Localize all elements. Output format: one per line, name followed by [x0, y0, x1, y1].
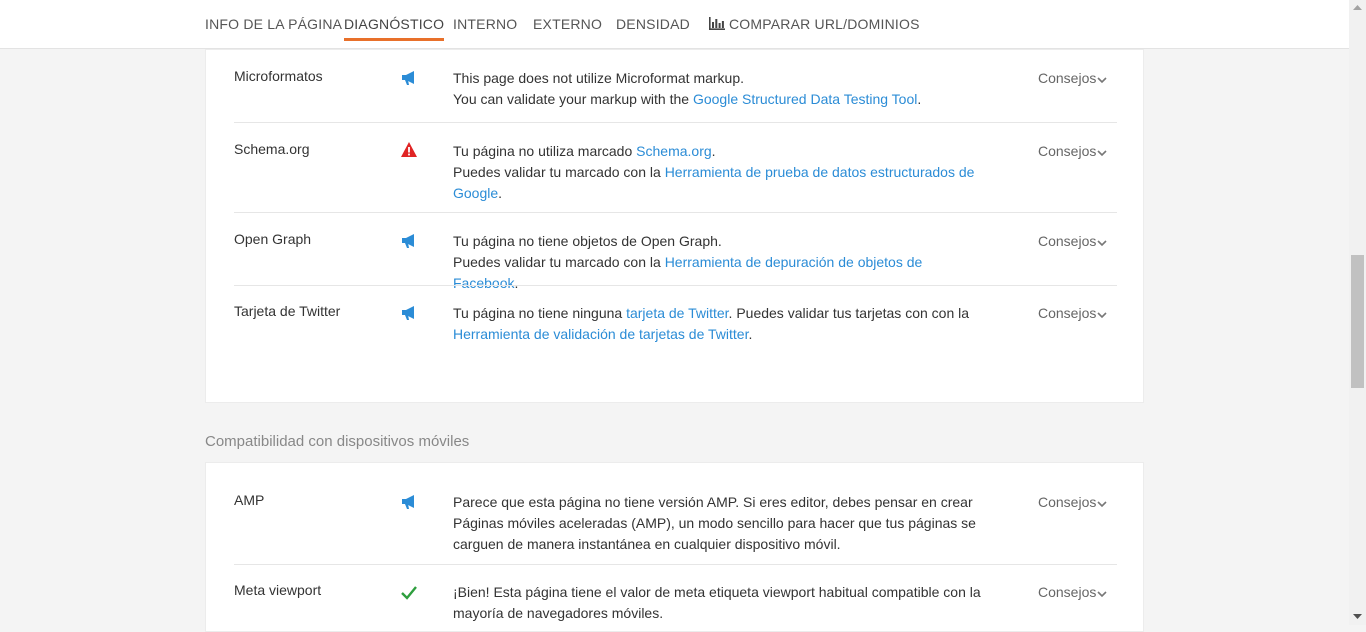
- checkmark-icon: [401, 586, 417, 600]
- megaphone-icon: [402, 234, 414, 248]
- desc-text: Tu página no tiene objetos de Open Graph…: [453, 233, 722, 249]
- desc-text: Puedes validar tu marcado con la: [453, 164, 665, 180]
- scroll-down-arrow-icon[interactable]: [1353, 614, 1362, 620]
- check-name: Tarjeta de Twitter: [234, 303, 341, 319]
- desc-text: .: [514, 275, 519, 291]
- twitter-card-validator-link[interactable]: Herramienta de validación de tarjetas de…: [453, 326, 748, 342]
- tips-toggle[interactable]: Consejos: [1038, 233, 1107, 249]
- warning-icon: [401, 142, 417, 157]
- mobile-compat-card: AMP Parece que esta página no tiene vers…: [205, 462, 1144, 632]
- megaphone-icon: [402, 306, 414, 320]
- desc-text: This page does not utilize Microformat m…: [453, 70, 745, 86]
- tab-externo[interactable]: EXTERNO: [533, 16, 602, 38]
- megaphone-icon: [402, 71, 414, 85]
- scroll-up-arrow-icon[interactable]: [1353, 4, 1362, 10]
- tips-label: Consejos: [1038, 305, 1097, 321]
- tips-label: Consejos: [1038, 233, 1097, 249]
- desc-text: You can validate your markup with the: [453, 91, 693, 107]
- check-description: This page does not utilize Microformat m…: [453, 68, 983, 110]
- tips-label: Consejos: [1038, 494, 1097, 510]
- desc-text: .: [917, 91, 922, 107]
- check-name: Microformatos: [234, 68, 323, 84]
- structured-data-card: Microformatos This page does not utilize…: [205, 49, 1144, 403]
- tips-toggle[interactable]: Consejos: [1038, 143, 1107, 159]
- chevron-down-icon: [1097, 501, 1107, 508]
- tips-toggle[interactable]: Consejos: [1038, 494, 1107, 510]
- check-description: Tu página no utiliza marcado Schema.org.…: [453, 141, 983, 204]
- check-description: ¡Bien! Esta página tiene el valor de met…: [453, 584, 981, 621]
- check-row-open-graph: Open Graph Tu página no tiene objetos de…: [234, 231, 1117, 291]
- structured-data-testing-link[interactable]: Google Structured Data Testing Tool: [693, 91, 917, 107]
- tab-comparar-label: COMPARAR URL/DOMINIOS: [729, 16, 920, 32]
- check-row-schema-org: Schema.org Tu página no utiliza marcado …: [234, 141, 1117, 201]
- chevron-down-icon: [1097, 240, 1107, 247]
- desc-text: .: [711, 143, 716, 159]
- check-row-twitter-card: Tarjeta de Twitter Tu página no tiene ni…: [234, 303, 1117, 347]
- chevron-down-icon: [1097, 312, 1107, 319]
- divider: [234, 212, 1117, 213]
- divider: [234, 122, 1117, 123]
- scrollbar-thumb[interactable]: [1351, 255, 1364, 388]
- desc-text: Tu página no tiene ninguna: [453, 305, 627, 321]
- tab-info-de-la-pagina[interactable]: INFO DE LA PÁGINA: [205, 16, 342, 38]
- desc-text: .: [498, 185, 503, 201]
- check-row-microformatos: Microformatos This page does not utilize…: [234, 68, 1117, 108]
- tips-toggle[interactable]: Consejos: [1038, 305, 1107, 321]
- desc-text: Tu página no utiliza marcado: [453, 143, 637, 159]
- tab-comparar[interactable]: COMPARAR URL/DOMINIOS: [709, 16, 920, 38]
- divider: [234, 285, 1117, 286]
- tips-toggle[interactable]: Consejos: [1038, 584, 1107, 600]
- desc-text: . Puedes validar tus tarjetas con con la: [728, 305, 970, 321]
- check-description: Parece que esta página no tiene versión …: [453, 494, 976, 552]
- tips-toggle[interactable]: Consejos: [1038, 70, 1107, 86]
- desc-text: Puedes validar tu marcado con la: [453, 254, 665, 270]
- tips-label: Consejos: [1038, 143, 1097, 159]
- tab-interno[interactable]: INTERNO: [453, 16, 517, 38]
- check-name: Open Graph: [234, 231, 312, 247]
- bar-chart-icon: [709, 17, 725, 30]
- divider: [234, 564, 1117, 565]
- desc-text: .: [748, 326, 753, 342]
- tips-label: Consejos: [1038, 584, 1097, 600]
- check-description: Tu página no tiene ninguna tarjeta de Tw…: [453, 303, 983, 345]
- tab-densidad[interactable]: DENSIDAD: [616, 16, 690, 38]
- chevron-down-icon: [1097, 77, 1107, 84]
- vertical-scrollbar[interactable]: [1349, 0, 1366, 625]
- section-title-mobile: Compatibilidad con dispositivos móviles: [205, 433, 470, 450]
- check-row-amp: AMP Parece que esta página no tiene vers…: [234, 492, 1117, 556]
- tab-diagnostico[interactable]: DIAGNÓSTICO: [344, 16, 445, 41]
- schema-org-link[interactable]: Schema.org: [636, 143, 711, 159]
- chevron-down-icon: [1097, 150, 1107, 157]
- chevron-down-icon: [1097, 591, 1107, 598]
- megaphone-icon: [402, 495, 414, 509]
- tips-label: Consejos: [1038, 70, 1097, 86]
- check-name: AMP: [234, 492, 265, 508]
- check-row-meta-viewport: Meta viewport ¡Bien! Esta página tiene e…: [234, 582, 1117, 626]
- check-name: Schema.org: [234, 141, 310, 157]
- check-name: Meta viewport: [234, 582, 322, 598]
- top-nav: INFO DE LA PÁGINA DIAGNÓSTICO INTERNO EX…: [0, 0, 1349, 49]
- twitter-card-link[interactable]: tarjeta de Twitter: [626, 305, 728, 321]
